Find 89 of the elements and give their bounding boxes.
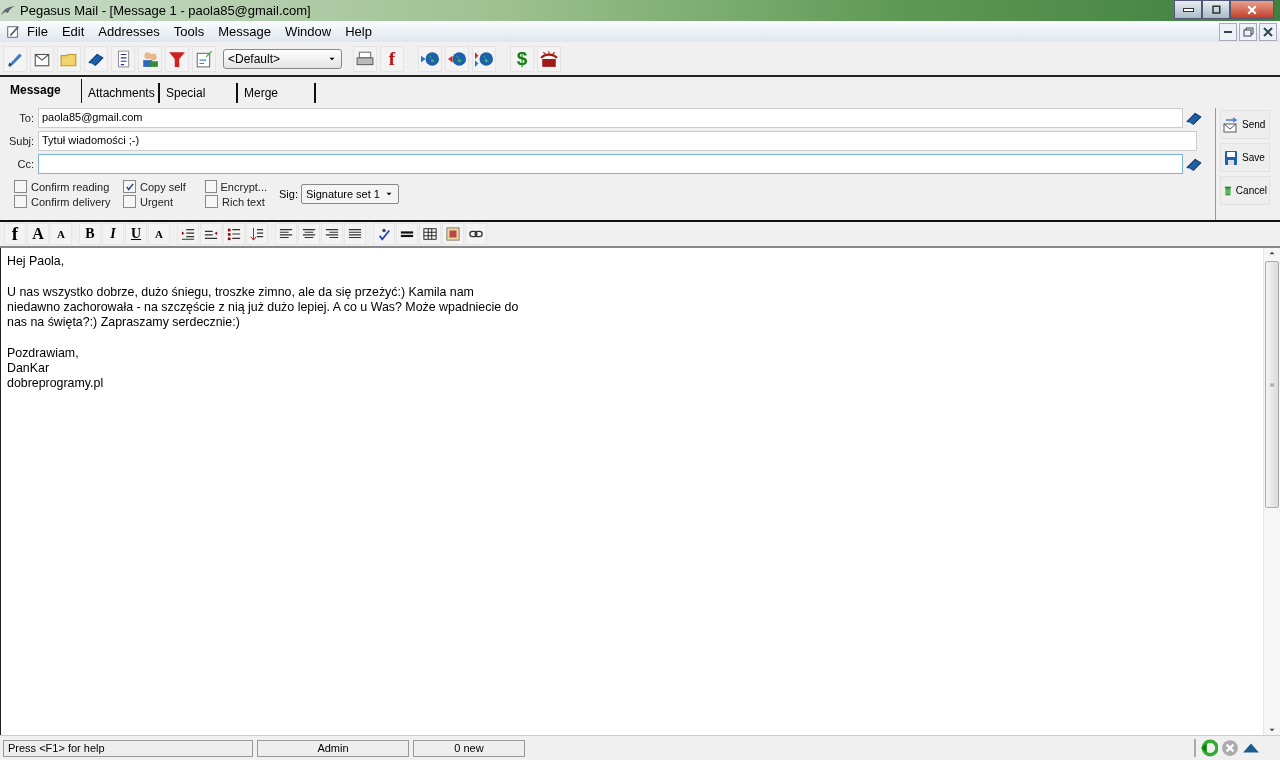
telephone-icon[interactable] [540,50,558,68]
grip-icon [1268,380,1276,389]
align-left-icon[interactable] [279,227,293,241]
checkbox[interactable] [205,180,217,193]
checkbox-label: Encrypt... [220,180,267,193]
status-pane: 0 new [413,739,525,757]
justify-icon[interactable] [348,227,362,241]
dropdown-value: Signature set 1 [305,188,380,200]
cancel-button[interactable]: Cancel [1220,176,1270,205]
status-pane: Press <F1> for help [3,739,253,757]
dollar-button[interactable]: $ [510,46,534,72]
menu-item[interactable]: Help [338,24,379,39]
status-pane: Admin [257,739,409,757]
minimize-icon [1224,30,1232,33]
globe-icon[interactable] [475,50,493,68]
body-paragraph: U nas wszystko dobrze, dużo śniegu, troszke zimno, ale da się przeżyć:) Kamila nam niedawno zachorowała - na szczęście z nią już dużo lepiej. A co u Was? Może wpadniecie do nas na święta?:) Zapraszamy serdecznie:) [7,284,520,331]
field-label: To: [18,112,35,124]
minimize-icon [1182,7,1194,12]
window-title: Pegasus Mail - [Message 1 - paola85@gmail.com] [20,3,312,18]
body-paragraph: Pozdrawiam, DanKar dobreprogramy.pl [7,345,105,392]
field-label: Subj: [7,135,35,147]
checkbox[interactable] [14,180,27,193]
field-label: Cc: [16,158,35,170]
menu-item[interactable]: Edit [54,24,92,39]
checkbox-label: Copy self [140,180,186,193]
menu-item[interactable]: Window [277,24,339,39]
checkbox[interactable] [123,180,136,193]
bold-button[interactable]: B [79,223,101,245]
menu-item[interactable]: File [20,24,55,39]
body-paragraph: Hej Paola, [7,254,66,270]
text-color-button[interactable]: A [148,223,170,245]
minimize-button[interactable] [1174,0,1202,19]
tab[interactable]: Message [4,79,82,103]
save-button[interactable]: Save [1220,143,1270,172]
subject-field[interactable]: Tytuł wiadomości ;-) [38,131,1197,151]
cc-field[interactable] [38,154,1183,174]
indent-icon[interactable] [181,227,195,241]
scrollbar[interactable] [1263,248,1280,735]
close-icon [1246,3,1258,16]
align-right-icon[interactable] [325,227,339,241]
signature-label: Sig: [279,188,298,200]
close-button[interactable] [1259,22,1277,41]
close-button[interactable] [1230,0,1274,19]
checkbox[interactable] [14,195,27,208]
document-icon[interactable] [6,24,20,39]
checkbox-label: Confirm reading [31,180,110,193]
minimize-button[interactable] [1219,22,1237,41]
tab[interactable]: Special [160,83,238,103]
italic-button[interactable]: I [102,223,124,245]
menu-item[interactable]: Tools [166,24,212,39]
checkbox-label: Rich text [222,195,265,208]
menu-item[interactable]: Addresses [91,24,167,39]
checkbox[interactable] [205,195,218,208]
circular-arrow-icon[interactable] [1200,739,1218,757]
grow-font-button[interactable]: A [27,223,49,245]
restore-icon [1210,3,1222,16]
printer-icon[interactable] [356,50,374,68]
restore-button[interactable] [1239,22,1257,41]
people-icon[interactable] [141,50,159,68]
align-center-icon[interactable] [302,227,316,241]
bullet-list-icon[interactable] [227,227,241,241]
scroll-thumb[interactable] [1265,261,1279,508]
restore-button[interactable] [1202,0,1230,19]
underline-button[interactable]: U [125,223,147,245]
signature-dropdown[interactable]: Signature set 1 [300,184,399,204]
checkbox-label: Urgent [140,195,174,208]
menu-item[interactable]: Message [211,24,278,39]
filter-icon[interactable] [168,50,186,68]
tab[interactable]: Merge [238,83,316,103]
globe-icon[interactable] [421,50,439,68]
send-button[interactable]: Send [1220,110,1270,139]
checkbox-label: Confirm delivery [31,195,111,208]
dropdown-value: <Default> [228,52,281,66]
font-button[interactable]: f [4,223,26,245]
checkbox[interactable] [123,195,136,208]
tab[interactable]: Attachments [82,83,160,103]
pen-icon[interactable] [6,50,24,68]
notepad-icon[interactable] [195,50,213,68]
shrink-font-button[interactable]: A [50,223,72,245]
identity-dropdown[interactable]: <Default> [223,49,342,69]
font-button[interactable]: f [380,46,404,72]
globe-icon[interactable] [448,50,466,68]
image-icon[interactable] [446,227,460,241]
to-field[interactable]: paola85@gmail.com [38,108,1183,128]
table-icon[interactable] [423,227,437,241]
spell-check-icon[interactable] [377,227,391,241]
check-icon [124,181,135,192]
paragraph-spacing-icon[interactable] [250,227,264,241]
send-icon [1223,116,1239,133]
